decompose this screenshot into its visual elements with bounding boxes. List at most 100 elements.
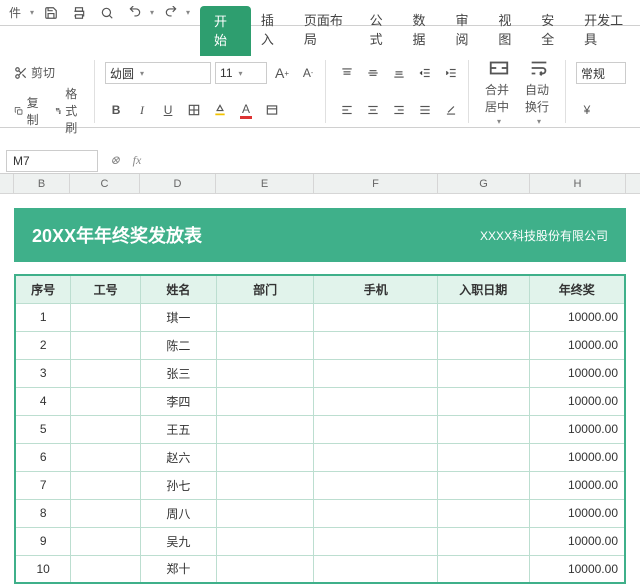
table-row[interactable]: 6赵六10000.00 — [15, 443, 625, 471]
cell-bonus[interactable]: 10000.00 — [529, 303, 625, 331]
preview-icon[interactable] — [96, 2, 118, 24]
cell-name[interactable]: 陈二 — [141, 331, 217, 359]
cell-name[interactable]: 郑十 — [141, 555, 217, 583]
cell-seq[interactable]: 1 — [15, 303, 71, 331]
table-row[interactable]: 4李四10000.00 — [15, 387, 625, 415]
font-color-icon[interactable]: A — [235, 99, 257, 121]
table-row[interactable]: 10郑十10000.00 — [15, 555, 625, 583]
cell-hire[interactable] — [437, 443, 529, 471]
table-row[interactable]: 5 王五 10000.00 — [15, 415, 625, 443]
cell-seq[interactable]: 5 — [15, 415, 71, 443]
col-header-h[interactable]: H — [530, 174, 626, 193]
format-painter-button[interactable]: 格式刷 — [51, 83, 88, 138]
cell-name[interactable]: 王五 — [141, 415, 217, 443]
size-select[interactable]: 11▾ — [215, 62, 267, 84]
wrap-text-button[interactable]: 自动换行▾ — [519, 55, 559, 128]
cell-dept[interactable] — [216, 359, 314, 387]
cell-phone[interactable] — [314, 359, 438, 387]
cell-id[interactable] — [71, 527, 141, 555]
decrease-font-icon[interactable]: A- — [297, 62, 319, 84]
th-id[interactable]: 工号 — [71, 275, 141, 303]
cell-phone[interactable] — [314, 415, 438, 443]
file-dropdown[interactable]: 件 — [4, 2, 26, 24]
cell-bonus[interactable]: 10000.00 — [529, 527, 625, 555]
cell-bonus[interactable]: 10000.00 — [529, 415, 625, 443]
cell-bonus[interactable]: 10000.00 — [529, 359, 625, 387]
cell-name[interactable]: 赵六 — [141, 443, 217, 471]
cell-phone[interactable] — [314, 443, 438, 471]
cell-seq[interactable]: 6 — [15, 443, 71, 471]
cell-hire[interactable] — [437, 555, 529, 583]
tab-dev[interactable]: 开发工具 — [574, 4, 640, 56]
cell-bonus[interactable]: 10000.00 — [529, 331, 625, 359]
cell-name[interactable]: 李四 — [141, 387, 217, 415]
tab-review[interactable]: 审阅 — [445, 4, 488, 56]
fill-color-icon[interactable] — [209, 99, 231, 121]
table-row[interactable]: 2陈二10000.00 — [15, 331, 625, 359]
cell-dept[interactable] — [216, 387, 314, 415]
th-dept[interactable]: 部门 — [216, 275, 314, 303]
increase-font-icon[interactable]: A+ — [271, 62, 293, 84]
cell-id[interactable] — [71, 387, 141, 415]
tab-data[interactable]: 数据 — [403, 4, 446, 56]
table-row[interactable]: 7孙七10000.00 — [15, 471, 625, 499]
cell-hire[interactable] — [437, 471, 529, 499]
cell-phone[interactable] — [314, 331, 438, 359]
cell-hire[interactable] — [437, 303, 529, 331]
cell-id[interactable] — [71, 471, 141, 499]
cell-dept[interactable] — [216, 471, 314, 499]
cell-id[interactable] — [71, 331, 141, 359]
orientation-icon[interactable] — [440, 99, 462, 121]
cell-dept[interactable] — [216, 527, 314, 555]
cell-hire[interactable] — [437, 387, 529, 415]
align-center-icon[interactable] — [362, 99, 384, 121]
cell-dept[interactable] — [216, 499, 314, 527]
tab-formula[interactable]: 公式 — [360, 4, 403, 56]
tab-start[interactable]: 开始 — [200, 6, 251, 56]
cell-phone[interactable] — [314, 499, 438, 527]
align-right-icon[interactable] — [388, 99, 410, 121]
th-name[interactable]: 姓名 — [141, 275, 217, 303]
cell-hire[interactable] — [437, 527, 529, 555]
cell-seq[interactable]: 10 — [15, 555, 71, 583]
cell-bonus[interactable]: 10000.00 — [529, 387, 625, 415]
cell-name[interactable]: 周八 — [141, 499, 217, 527]
cell-name[interactable]: 琪一 — [141, 303, 217, 331]
col-header-b[interactable]: B — [14, 174, 70, 193]
indent-increase-icon[interactable] — [440, 62, 462, 84]
cell-dept[interactable] — [216, 303, 314, 331]
align-bottom-icon[interactable] — [388, 62, 410, 84]
cell-phone[interactable] — [314, 555, 438, 583]
col-header-g[interactable]: G — [438, 174, 530, 193]
cell-phone[interactable] — [314, 471, 438, 499]
cell-dept[interactable] — [216, 443, 314, 471]
cell-hire[interactable] — [437, 359, 529, 387]
fx-icon[interactable]: ⊗ — [104, 153, 126, 168]
table-row[interactable]: 1 琪一 10000.00 — [15, 303, 625, 331]
cell-seq[interactable]: 7 — [15, 471, 71, 499]
cell-name[interactable]: 张三 — [141, 359, 217, 387]
cell-id[interactable] — [71, 359, 141, 387]
print-icon[interactable] — [68, 2, 90, 24]
th-phone[interactable]: 手机 — [314, 275, 438, 303]
italic-icon[interactable]: I — [131, 99, 153, 121]
align-middle-icon[interactable] — [362, 62, 384, 84]
cell-hire[interactable] — [437, 331, 529, 359]
cell-dept[interactable] — [216, 555, 314, 583]
currency-icon[interactable]: ¥ — [576, 99, 598, 121]
cell-id[interactable] — [71, 499, 141, 527]
border-icon[interactable] — [183, 99, 205, 121]
cell-name[interactable]: 孙七 — [141, 471, 217, 499]
tab-view[interactable]: 视图 — [488, 4, 531, 56]
cell-style-icon[interactable] — [261, 99, 283, 121]
cell-seq[interactable]: 9 — [15, 527, 71, 555]
align-left-icon[interactable] — [336, 99, 358, 121]
cell-id[interactable] — [71, 303, 141, 331]
cell-bonus[interactable]: 10000.00 — [529, 499, 625, 527]
th-seq[interactable]: 序号 — [15, 275, 71, 303]
table-row[interactable]: 8周八10000.00 — [15, 499, 625, 527]
table-row[interactable]: 9吴九10000.00 — [15, 527, 625, 555]
cell-seq[interactable]: 3 — [15, 359, 71, 387]
cell-dept[interactable] — [216, 331, 314, 359]
bold-icon[interactable]: B — [105, 99, 127, 121]
